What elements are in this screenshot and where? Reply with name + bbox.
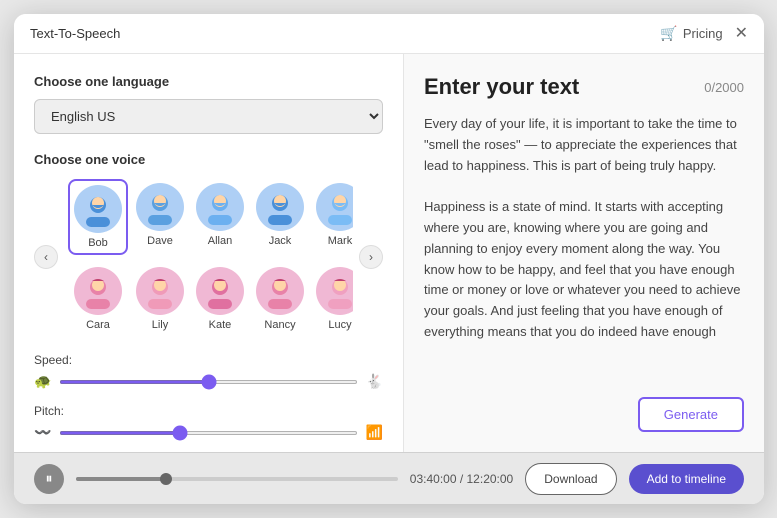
- voice-avatar-jack: [256, 183, 304, 231]
- speed-slow-icon: 🐢: [34, 373, 51, 390]
- app-window: Text-To-Speech 🛒 Pricing ✕ Choose one la…: [14, 14, 764, 504]
- voice-name-allan: Allan: [208, 235, 232, 247]
- speed-row: Speed: 🐢 🐇: [34, 353, 383, 390]
- close-button[interactable]: ✕: [735, 26, 748, 42]
- voice-avatar-bob: [74, 185, 122, 233]
- voice-avatar-lily: [136, 267, 184, 315]
- voice-name-dave: Dave: [147, 235, 173, 247]
- speed-label: Speed:: [34, 353, 383, 367]
- generate-button[interactable]: Generate: [638, 397, 744, 432]
- char-count: 0/2000: [704, 80, 744, 95]
- voice-item-dave[interactable]: Dave: [132, 179, 188, 255]
- voice-grid-wrapper: ‹ Bob Dave: [34, 179, 383, 335]
- cart-icon: 🛒: [660, 25, 677, 42]
- voice-item-jack[interactable]: Jack: [252, 179, 308, 255]
- voice-avatar-lucy: [316, 267, 353, 315]
- enter-text-title: Enter your text: [424, 74, 579, 100]
- voice-avatar-allan: [196, 183, 244, 231]
- progress-fill: [76, 477, 166, 481]
- pitch-row: Pitch: 〰️ 📶: [34, 404, 383, 441]
- prev-voice-arrow[interactable]: ‹: [34, 245, 58, 269]
- voice-avatar-nancy: [256, 267, 304, 315]
- progress-thumb: [160, 473, 172, 485]
- voice-item-nancy[interactable]: Nancy: [252, 263, 308, 335]
- voice-name-jack: Jack: [269, 235, 292, 247]
- voice-name-lily: Lily: [152, 319, 169, 331]
- voice-name-nancy: Nancy: [264, 319, 295, 331]
- pitch-slider[interactable]: [59, 431, 357, 435]
- voice-name-bob: Bob: [88, 237, 108, 249]
- voice-grid: Bob Dave Allan: [64, 179, 353, 335]
- title-bar-left: Text-To-Speech: [30, 26, 120, 41]
- pricing-button[interactable]: 🛒 Pricing: [660, 25, 722, 42]
- pitch-high-icon: 📶: [366, 424, 383, 441]
- voice-item-kate[interactable]: Kate: [192, 263, 248, 335]
- speed-fast-icon: 🐇: [366, 373, 383, 390]
- next-voice-arrow[interactable]: ›: [359, 245, 383, 269]
- voice-avatar-dave: [136, 183, 184, 231]
- title-bar: Text-To-Speech 🛒 Pricing ✕: [14, 14, 764, 54]
- add-to-timeline-button[interactable]: Add to timeline: [629, 464, 744, 494]
- voice-section-label: Choose one voice: [34, 152, 383, 167]
- voice-item-lily[interactable]: Lily: [132, 263, 188, 335]
- pricing-label: Pricing: [683, 26, 723, 41]
- voice-item-allan[interactable]: Allan: [192, 179, 248, 255]
- pitch-label: Pitch:: [34, 404, 383, 418]
- progress-bar[interactable]: [76, 477, 398, 481]
- download-button[interactable]: Download: [525, 463, 616, 495]
- speed-slider[interactable]: [59, 380, 357, 384]
- bottom-bar: ⏸ 03:40:00 / 12:20:00 Download Add to ti…: [14, 452, 764, 504]
- time-display: 03:40:00 / 12:20:00: [410, 472, 513, 486]
- pitch-track-row: 〰️ 📶: [34, 424, 383, 441]
- voice-item-mark[interactable]: Mark: [312, 179, 353, 255]
- voice-name-kate: Kate: [209, 319, 232, 331]
- voice-avatar-cara: [74, 267, 122, 315]
- text-content[interactable]: Every day of your life, it is important …: [424, 114, 744, 385]
- right-panel: Enter your text 0/2000 Every day of your…: [404, 54, 764, 452]
- voice-item-lucy[interactable]: Lucy: [312, 263, 353, 335]
- left-panel: Choose one language English US English U…: [14, 54, 404, 452]
- right-header: Enter your text 0/2000: [424, 74, 744, 100]
- app-title: Text-To-Speech: [30, 26, 120, 41]
- generate-btn-wrapper: Generate: [424, 397, 744, 432]
- speed-track-row: 🐢 🐇: [34, 373, 383, 390]
- language-section-label: Choose one language: [34, 74, 383, 89]
- main-content: Choose one language English US English U…: [14, 54, 764, 452]
- voice-name-mark: Mark: [328, 235, 352, 247]
- voice-avatar-kate: [196, 267, 244, 315]
- title-bar-right: 🛒 Pricing ✕: [660, 25, 748, 42]
- voice-item-cara[interactable]: Cara: [68, 263, 128, 335]
- voice-item-bob[interactable]: Bob: [68, 179, 128, 255]
- pitch-low-icon: 〰️: [34, 424, 51, 441]
- slider-section: Speed: 🐢 🐇 Pitch: 〰️ 📶: [34, 353, 383, 441]
- pause-button[interactable]: ⏸: [34, 464, 64, 494]
- voice-name-cara: Cara: [86, 319, 110, 331]
- voice-avatar-mark: [316, 183, 353, 231]
- voice-name-lucy: Lucy: [328, 319, 351, 331]
- language-select[interactable]: English US English UK Spanish French Ger…: [34, 99, 383, 134]
